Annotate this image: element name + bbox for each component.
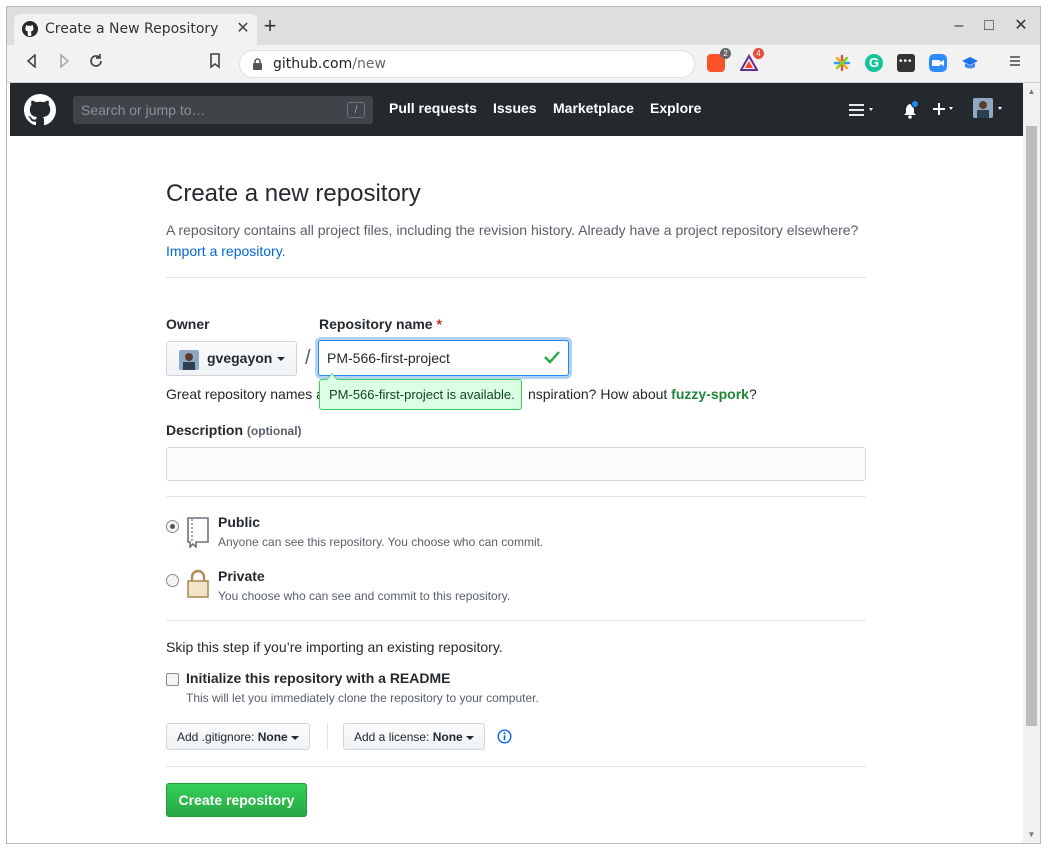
suggested-name-link[interactable]: fuzzy-spork	[671, 386, 749, 402]
browser-toolbar: github.com/new 2 4 G •••	[7, 45, 1040, 83]
nav-marketplace[interactable]: Marketplace	[553, 100, 634, 116]
create-repository-button[interactable]: Create repository	[166, 783, 307, 817]
repo-name-input[interactable]	[319, 341, 539, 375]
brave-badge: 2	[720, 48, 731, 59]
browser-tab[interactable]: Create a New Repository ✕	[14, 14, 257, 45]
private-radio[interactable]	[166, 574, 179, 587]
private-title: Private	[218, 568, 265, 584]
page-subtitle: A repository contains all project files,…	[166, 220, 886, 262]
owner-name: gvegayon	[207, 350, 273, 366]
gitignore-label: Add .gitignore:	[177, 730, 255, 744]
lock-icon	[187, 569, 209, 598]
tab-title: Create a New Repository	[45, 21, 219, 37]
readme-note: This will let you immediately clone the …	[186, 691, 539, 705]
tab-close-icon[interactable]: ✕	[233, 19, 253, 39]
create-new-plus-icon[interactable]	[932, 101, 960, 122]
divider	[166, 277, 866, 278]
lock-icon	[253, 58, 262, 70]
user-avatar-menu[interactable]	[972, 97, 1008, 124]
address-bar[interactable]: github.com/new	[239, 50, 695, 78]
owner-repo-separator: /	[305, 347, 311, 369]
scroll-up-arrow-icon[interactable]: ▲	[1027, 87, 1036, 96]
gitignore-caret-icon	[291, 735, 300, 740]
graduation-cap-icon[interactable]	[961, 54, 979, 72]
hamburger-menu-icon[interactable]	[848, 102, 876, 123]
divider	[166, 496, 866, 497]
hint-prefix: Great repository names a	[166, 386, 324, 402]
import-repository-link[interactable]: Import a repository	[166, 243, 282, 259]
description-label: Description (optional)	[166, 422, 302, 438]
github-header: / Pull requests Issues Marketplace Explo…	[10, 83, 1023, 136]
github-logo-icon[interactable]	[24, 94, 56, 126]
window-close-icon[interactable]: ✕	[1010, 15, 1032, 37]
private-note: You choose who can see and commit to thi…	[218, 589, 511, 603]
hint-middle: nspiration? How about	[527, 386, 672, 402]
rewards-badge: 4	[753, 48, 764, 59]
description-label-text: Description	[166, 422, 244, 438]
description-input[interactable]	[167, 448, 865, 480]
skip-step-text: Skip this step if you’re importing an ex…	[166, 639, 503, 655]
scroll-down-arrow-icon[interactable]: ▼	[1027, 830, 1036, 839]
optional-tag: (optional)	[246, 424, 302, 438]
github-search[interactable]: /	[73, 96, 373, 124]
hint-suffix: ?	[748, 386, 757, 402]
import-suffix: .	[281, 243, 286, 259]
divider	[166, 620, 866, 621]
gitignore-value: None	[257, 730, 288, 744]
brave-shield-icon[interactable]: 2	[707, 48, 731, 72]
info-icon[interactable]	[497, 729, 512, 744]
select-divider	[327, 723, 328, 750]
zoom-icon[interactable]	[929, 54, 947, 72]
gitignore-select[interactable]: Add .gitignore: None	[166, 723, 310, 750]
owner-avatar	[179, 350, 199, 370]
url-text[interactable]: github.com/new	[273, 56, 386, 72]
repo-book-icon	[187, 517, 209, 548]
maximize-icon[interactable]: □	[978, 15, 1000, 37]
check-icon	[544, 351, 560, 364]
license-caret-icon	[466, 735, 475, 740]
nav-issues[interactable]: Issues	[493, 100, 537, 116]
scrollbar-thumb[interactable]	[1026, 126, 1037, 726]
license-select[interactable]: Add a license: None	[343, 723, 485, 750]
brave-rewards-icon[interactable]: 4	[739, 48, 764, 72]
browser-window: Create a New Repository ✕ + – □ ✕ github…	[6, 6, 1041, 844]
public-radio[interactable]	[166, 520, 179, 533]
bookmark-icon[interactable]	[204, 53, 226, 75]
public-note: Anyone can see this repository. You choo…	[218, 535, 544, 549]
back-icon[interactable]	[21, 53, 43, 75]
required-mark: *	[436, 316, 442, 332]
repo-name-field[interactable]	[318, 340, 569, 376]
asterisk-extension-icon[interactable]	[833, 54, 851, 72]
tab-strip: Create a New Repository ✕ + – □ ✕	[7, 7, 1040, 45]
subtitle-text: A repository contains all project files,…	[166, 222, 859, 238]
repo-name-label: Repository name *	[319, 316, 442, 332]
new-tab-icon[interactable]: +	[260, 15, 280, 37]
grammarly-icon[interactable]: G	[865, 54, 883, 72]
nav-explore[interactable]: Explore	[650, 100, 701, 116]
reload-icon[interactable]	[85, 53, 107, 75]
owner-dropdown[interactable]: gvegayon	[166, 341, 297, 376]
dots-extension-icon[interactable]: •••	[897, 54, 915, 72]
page-title: Create a new repository	[166, 180, 421, 207]
divider	[166, 766, 866, 767]
owner-label: Owner	[166, 316, 210, 332]
search-shortcut-key: /	[347, 102, 365, 118]
search-input[interactable]	[73, 96, 373, 124]
readme-label[interactable]: Initialize this repository with a README	[186, 670, 450, 686]
repo-name-label-text: Repository name	[319, 316, 433, 332]
github-favicon-icon	[22, 21, 38, 37]
minimize-icon[interactable]: –	[948, 15, 970, 37]
license-label: Add a license:	[354, 730, 430, 744]
license-value: None	[432, 730, 463, 744]
page-scrollbar[interactable]: ▲ ▼	[1023, 83, 1040, 843]
browser-menu-icon[interactable]	[1004, 53, 1026, 75]
description-field[interactable]	[166, 447, 866, 481]
forward-icon[interactable]	[53, 53, 75, 75]
availability-tooltip: PM-566-first-project is available.	[319, 373, 522, 410]
owner-caret-icon	[277, 357, 285, 361]
public-title: Public	[218, 514, 261, 530]
notifications-bell-icon[interactable]	[903, 100, 923, 125]
readme-checkbox[interactable]	[166, 673, 179, 686]
nav-pull-requests[interactable]: Pull requests	[389, 100, 477, 116]
